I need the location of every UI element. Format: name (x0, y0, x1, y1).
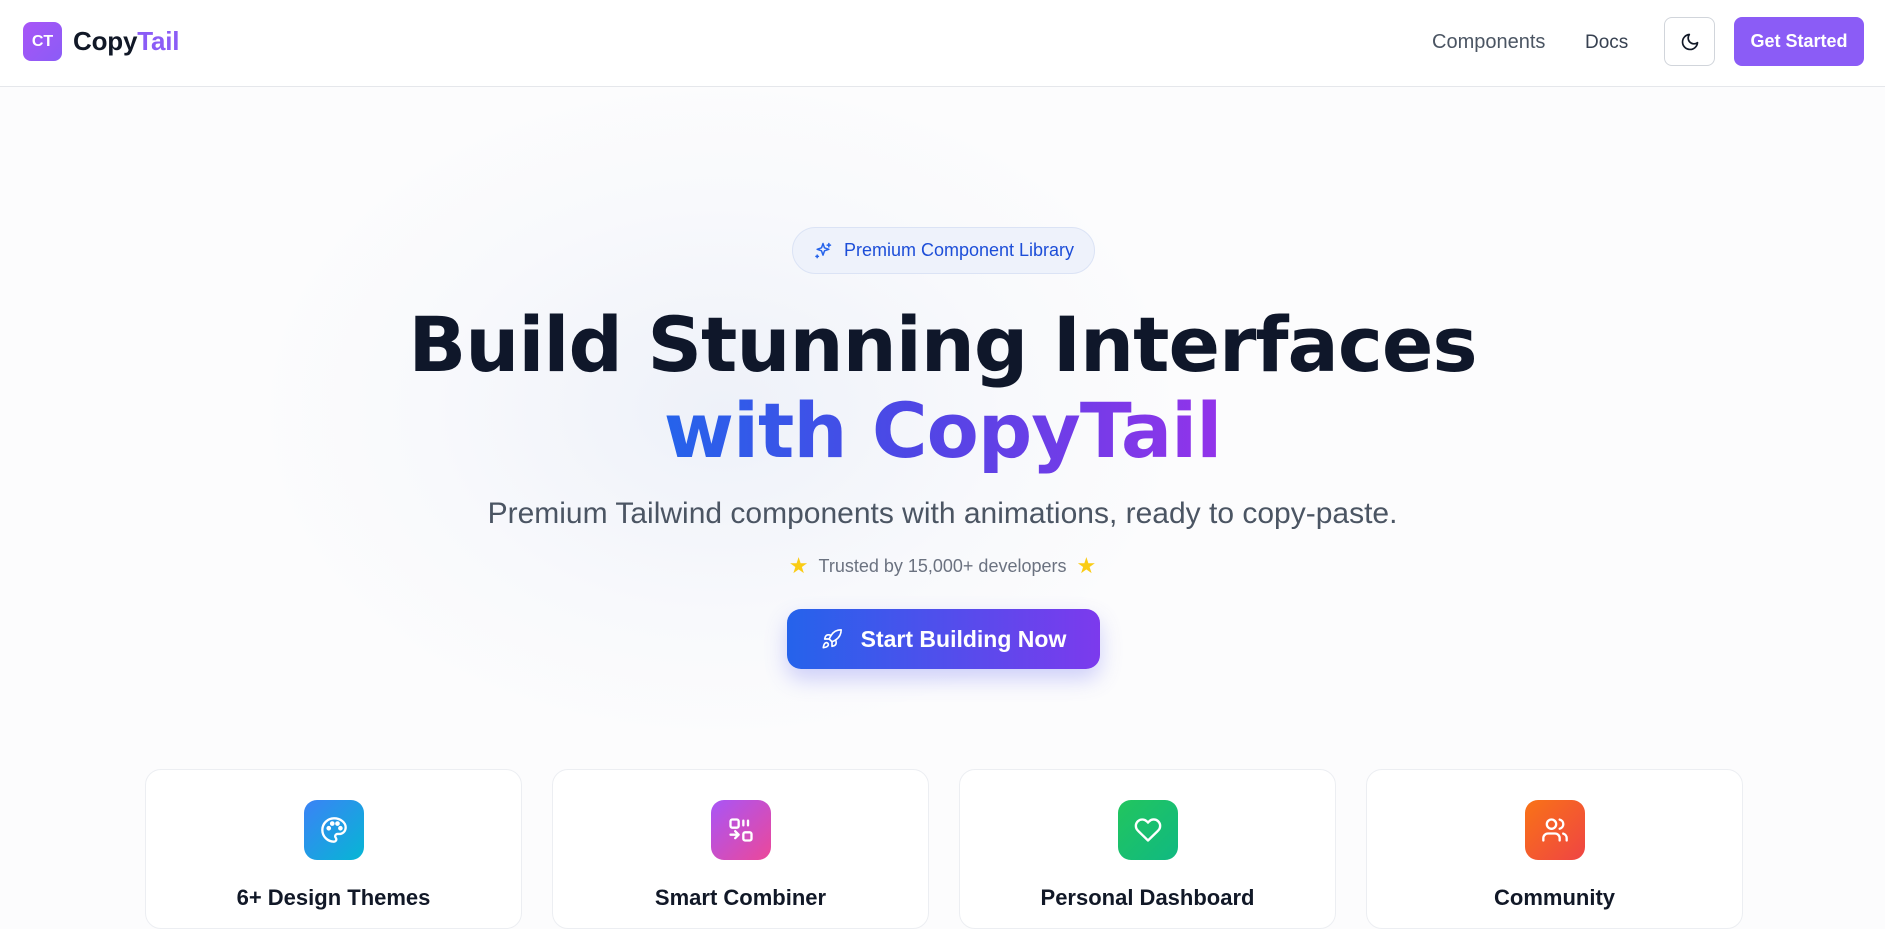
feature-card-title: 6+ Design Themes (236, 885, 431, 910)
users-icon (1542, 818, 1568, 842)
top-navbar: CT CopyTail Components Docs Get Started (0, 0, 1885, 87)
feature-icon-box (304, 800, 364, 860)
star-icon: ★ (1076, 553, 1097, 578)
trust-text: Trusted by 15,000+ developers (818, 555, 1067, 576)
feature-card-title: Community (1494, 885, 1615, 910)
logo-text-primary: Copy (73, 26, 138, 56)
logo-text: CopyTail (73, 26, 179, 57)
feature-icon-box (711, 800, 771, 860)
feature-card-combiner[interactable]: Smart Combiner (552, 769, 929, 929)
feature-icon-box (1525, 800, 1585, 860)
hero-title-gradient: with CopyTail (663, 386, 1223, 475)
star-icon: ★ (788, 553, 809, 578)
start-building-button[interactable]: Start Building Now (787, 609, 1100, 669)
start-building-label: Start Building Now (860, 625, 1067, 652)
logo-badge: CT (23, 22, 62, 61)
hero-subtitle: Premium Tailwind components with animati… (487, 497, 1398, 530)
hero-title-line1: Build Stunning Interfaces (408, 300, 1477, 389)
feature-icon-box (1118, 800, 1178, 860)
logo-text-accent: Tail (137, 26, 180, 56)
nav-link-components[interactable]: Components (1432, 31, 1545, 54)
nav-link-docs[interactable]: Docs (1585, 32, 1628, 54)
feature-card-title: Personal Dashboard (1040, 885, 1255, 910)
logo[interactable]: CT CopyTail (23, 22, 179, 61)
theme-toggle-button[interactable] (1664, 17, 1715, 66)
feature-card-themes[interactable]: 6+ Design Themes (145, 769, 522, 929)
feature-card-title: Smart Combiner (654, 885, 827, 910)
palette-icon (321, 817, 347, 843)
get-started-button[interactable]: Get Started (1734, 17, 1864, 66)
rocket-icon (822, 629, 842, 649)
feature-card-dashboard[interactable]: Personal Dashboard (959, 769, 1336, 929)
combine-icon (729, 818, 753, 842)
sparkles-icon (815, 242, 832, 258)
heart-icon (1134, 818, 1162, 842)
moon-icon (1681, 33, 1698, 50)
trust-line: ★ Trusted by 15,000+ developers ★ (0, 553, 1885, 579)
feature-card-community[interactable]: Community (1366, 769, 1743, 929)
hero-title-line2: with CopyTail (0, 386, 1885, 475)
hero-badge-label: Premium Component Library (843, 240, 1075, 260)
hero-badge: Premium Component Library (792, 227, 1095, 274)
